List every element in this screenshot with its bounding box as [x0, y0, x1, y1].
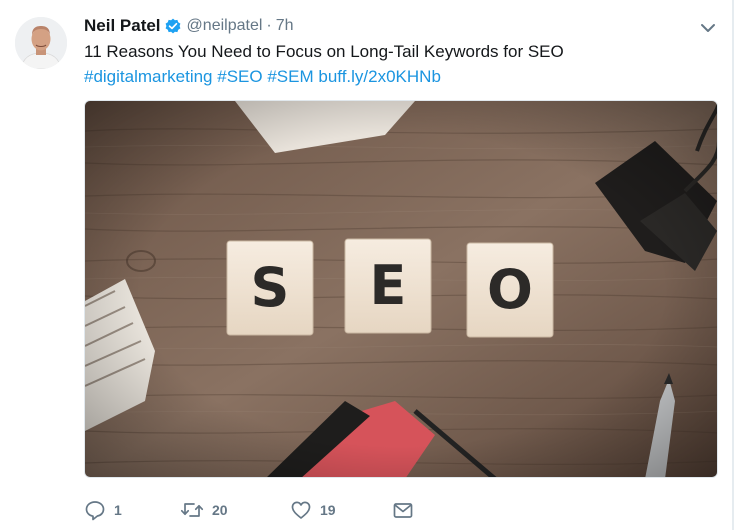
verified-badge-icon — [165, 18, 181, 34]
shortened-link[interactable]: buff.ly/2x0KHNb — [318, 67, 441, 86]
author-handle[interactable]: @neilpatel — [187, 17, 263, 35]
hashtag-sem[interactable]: #SEM — [267, 67, 313, 86]
tweet-header: Neil Patel @neilpatel · 7h — [84, 14, 294, 38]
tweet-links: #digitalmarketing #SEO #SEM buff.ly/2x0K… — [84, 65, 441, 89]
retweet-count: 20 — [212, 502, 228, 518]
avatar[interactable] — [15, 17, 67, 69]
retweet-button[interactable]: 20 — [180, 499, 290, 521]
chevron-down-icon[interactable] — [698, 18, 718, 38]
tweet: Neil Patel @neilpatel · 7h 11 Reasons Yo… — [0, 0, 734, 530]
envelope-icon — [392, 499, 414, 521]
tweet-actions: 1 20 19 — [84, 497, 414, 523]
reply-icon — [84, 499, 106, 521]
reply-count: 1 — [114, 502, 122, 518]
hashtag-seo[interactable]: #SEO — [217, 67, 262, 86]
retweet-icon — [180, 499, 204, 521]
heart-icon — [290, 499, 312, 521]
like-count: 19 — [320, 502, 336, 518]
timestamp[interactable]: 7h — [276, 17, 294, 35]
reply-button[interactable]: 1 — [84, 499, 180, 521]
direct-message-button[interactable] — [392, 499, 414, 521]
author-name[interactable]: Neil Patel — [84, 16, 161, 36]
hashtag-digitalmarketing[interactable]: #digitalmarketing — [84, 67, 213, 86]
tweet-image[interactable]: S E O — [84, 100, 718, 478]
tweet-text: 11 Reasons You Need to Focus on Long-Tai… — [84, 42, 564, 61]
like-button[interactable]: 19 — [290, 499, 392, 521]
separator-dot: · — [266, 17, 272, 34]
